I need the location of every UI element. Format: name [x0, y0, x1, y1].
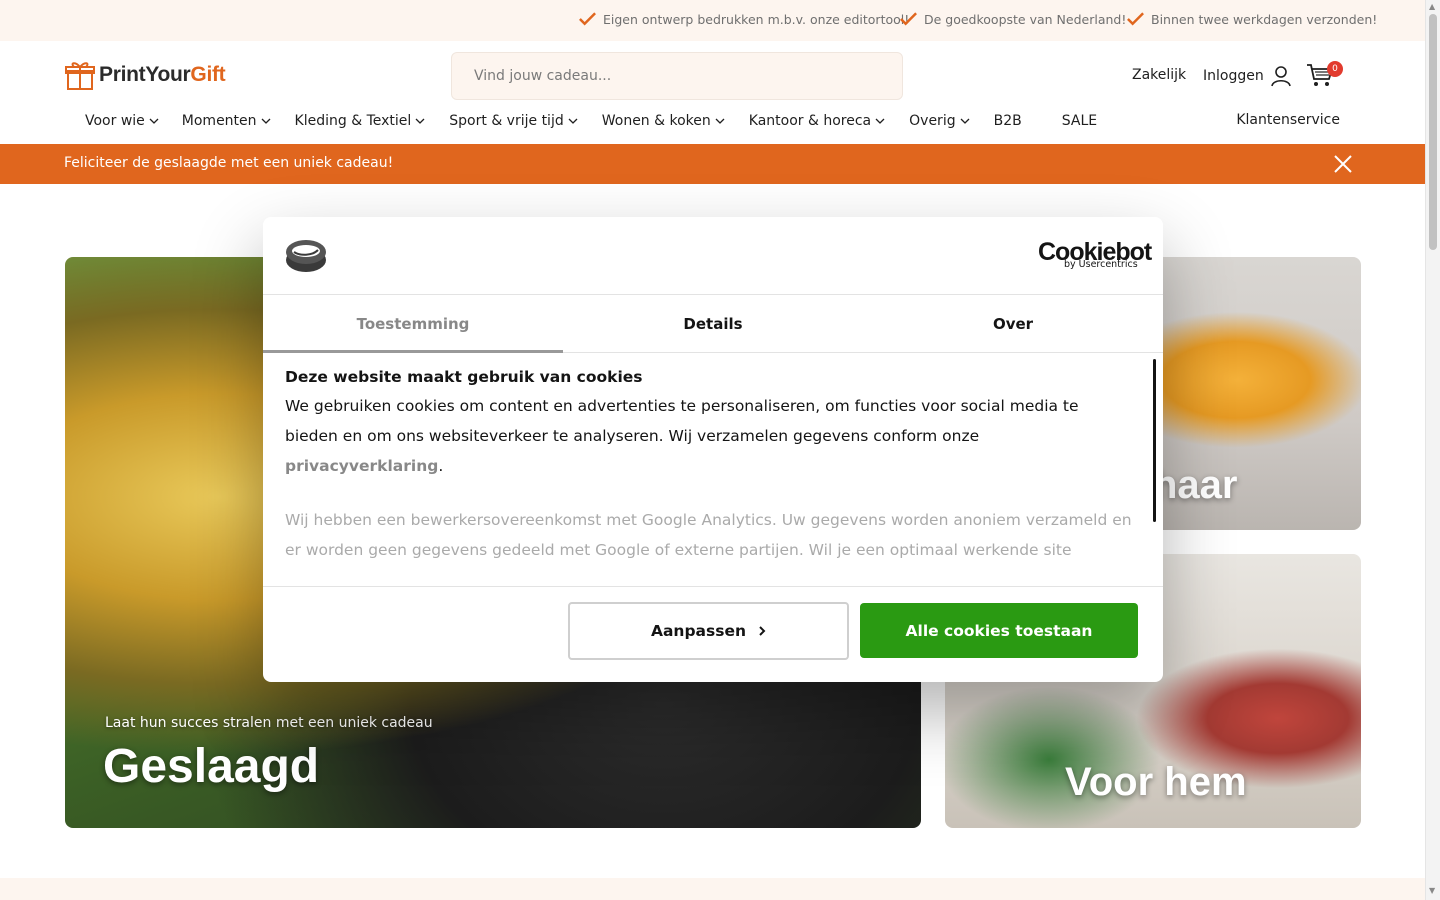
- nav-label: Wonen & koken: [601, 113, 711, 129]
- nav-b2b[interactable]: B2B: [994, 112, 1022, 130]
- tile-title: haar: [1153, 463, 1238, 507]
- cookie-dialog-header: Cookiebot by Usercentrics: [263, 217, 1163, 295]
- privacy-link[interactable]: privacyverklaring: [285, 457, 438, 475]
- cookie-dialog: Cookiebot by Usercentrics Toestemming De…: [263, 217, 1163, 682]
- search-input[interactable]: [472, 67, 882, 85]
- scroll-up-icon[interactable]: ▲: [1429, 2, 1435, 11]
- nav-voor-wie[interactable]: Voor wie: [85, 112, 159, 130]
- allow-all-button[interactable]: Alle cookies toestaan: [860, 603, 1138, 658]
- chevron-down-icon: [715, 118, 725, 124]
- cookiebot-brand-sub: by Usercentrics: [1064, 259, 1138, 270]
- nav-label: Momenten: [181, 113, 257, 129]
- cookie-text-end: .: [438, 457, 444, 475]
- cookie-heading: Deze website maakt gebruik van cookies: [285, 368, 643, 386]
- nav-label: B2B: [993, 113, 1022, 129]
- chevron-down-icon: [261, 118, 270, 124]
- chevron-right-icon: [759, 626, 766, 636]
- chevron-down-icon: [875, 118, 885, 124]
- tab-toestemming[interactable]: Toestemming: [263, 295, 563, 353]
- main-nav: Voor wie Momenten Kleding & Textiel Spor…: [85, 112, 1097, 130]
- cookie-paragraph-2: Wij hebben een bewerkersovereenkomst met…: [285, 511, 1132, 559]
- promo-banner: Feliciteer de geslaagde met een uniek ca…: [0, 144, 1425, 184]
- section-strip: [0, 878, 1425, 900]
- cookie-text: We gebruiken cookies om content en adver…: [285, 397, 1079, 445]
- nav-sport-vrije-tijd[interactable]: Sport & vrije tijd: [449, 112, 578, 130]
- nav-overig[interactable]: Overig: [909, 112, 970, 130]
- nav-label: Kantoor & horeca: [748, 113, 872, 129]
- usp-bar: Eigen ontwerp bedrukken m.b.v. onze edit…: [0, 0, 1425, 41]
- customize-button[interactable]: Aanpassen: [568, 602, 849, 660]
- usp-text: Binnen twee werkdagen verzonden!: [1151, 11, 1378, 27]
- nav-label: Sport & vrije tijd: [449, 113, 564, 129]
- logo[interactable]: PrintYourGift: [65, 59, 226, 91]
- hero-subtitle: Laat hun succes stralen met een uniek ca…: [105, 715, 433, 731]
- tile-title: Voor hem: [1065, 760, 1247, 804]
- nav-kleding-textiel[interactable]: Kleding & Textiel: [295, 112, 426, 130]
- zakelijk-link[interactable]: Zakelijk: [1132, 67, 1186, 83]
- nav-label: Voor wie: [85, 113, 145, 129]
- nav-label: Overig: [909, 113, 956, 129]
- tab-details[interactable]: Details: [563, 295, 863, 352]
- page-scrollbar[interactable]: ▲ ▼: [1425, 0, 1440, 900]
- nav-klantenservice[interactable]: Klantenservice: [1236, 112, 1340, 128]
- customize-label: Aanpassen: [650, 622, 747, 640]
- promo-text[interactable]: Feliciteer de geslaagde met een uniek ca…: [64, 155, 393, 171]
- usp-item: Eigen ontwerp bedrukken m.b.v. onze edit…: [578, 11, 909, 27]
- cookie-body: Deze website maakt gebruik van cookies W…: [285, 367, 1135, 589]
- nav-label: SALE: [1061, 113, 1098, 129]
- hero-title: Geslaagd: [103, 740, 320, 793]
- tab-over[interactable]: Over: [863, 295, 1163, 352]
- usp-item: De goedkoopste van Nederland!: [899, 11, 1126, 27]
- login-link[interactable]: Inloggen: [1203, 65, 1292, 87]
- site-header: PrintYourGift Zakelijk Inloggen 0 Voor w…: [0, 41, 1425, 145]
- nav-label: Kleding & Textiel: [294, 113, 412, 129]
- logo-text: PrintYourGift: [99, 63, 226, 86]
- chevron-down-icon: [149, 118, 159, 124]
- usp-text: Eigen ontwerp bedrukken m.b.v. onze edit…: [603, 11, 910, 27]
- nav-wonen-koken[interactable]: Wonen & koken: [602, 112, 725, 130]
- usp-item: Binnen twee werkdagen verzonden!: [1126, 11, 1377, 27]
- cookie-tabs: Toestemming Details Over: [263, 295, 1163, 353]
- check-icon: [1127, 12, 1144, 26]
- cookie-logo-icon: [286, 240, 326, 272]
- chevron-down-icon: [960, 118, 970, 124]
- nav-sale[interactable]: SALE: [1062, 112, 1097, 130]
- chevron-down-icon: [568, 118, 578, 124]
- check-icon: [900, 12, 917, 26]
- check-icon: [579, 12, 596, 26]
- scroll-down-icon[interactable]: ▼: [1429, 886, 1435, 895]
- login-label: Inloggen: [1203, 68, 1264, 84]
- nav-kantoor-horeca[interactable]: Kantoor & horeca: [749, 112, 885, 130]
- search-box[interactable]: [451, 52, 903, 100]
- chevron-down-icon: [415, 118, 425, 124]
- gift-logo-icon: [65, 62, 95, 90]
- usp-text: De goedkoopste van Nederland!: [924, 11, 1127, 27]
- cart-count-badge: 0: [1327, 61, 1343, 77]
- cookie-body-fade: [263, 557, 1143, 587]
- cookie-scrollbar[interactable]: [1153, 359, 1156, 522]
- cookie-paragraph: We gebruiken cookies om content en adver…: [285, 391, 1135, 481]
- cookie-footer: Aanpassen Alle cookies toestaan: [263, 586, 1163, 682]
- close-icon[interactable]: [1333, 154, 1353, 174]
- nav-momenten[interactable]: Momenten: [182, 112, 271, 130]
- user-icon: [1270, 66, 1291, 87]
- scrollbar-thumb[interactable]: [1429, 14, 1437, 250]
